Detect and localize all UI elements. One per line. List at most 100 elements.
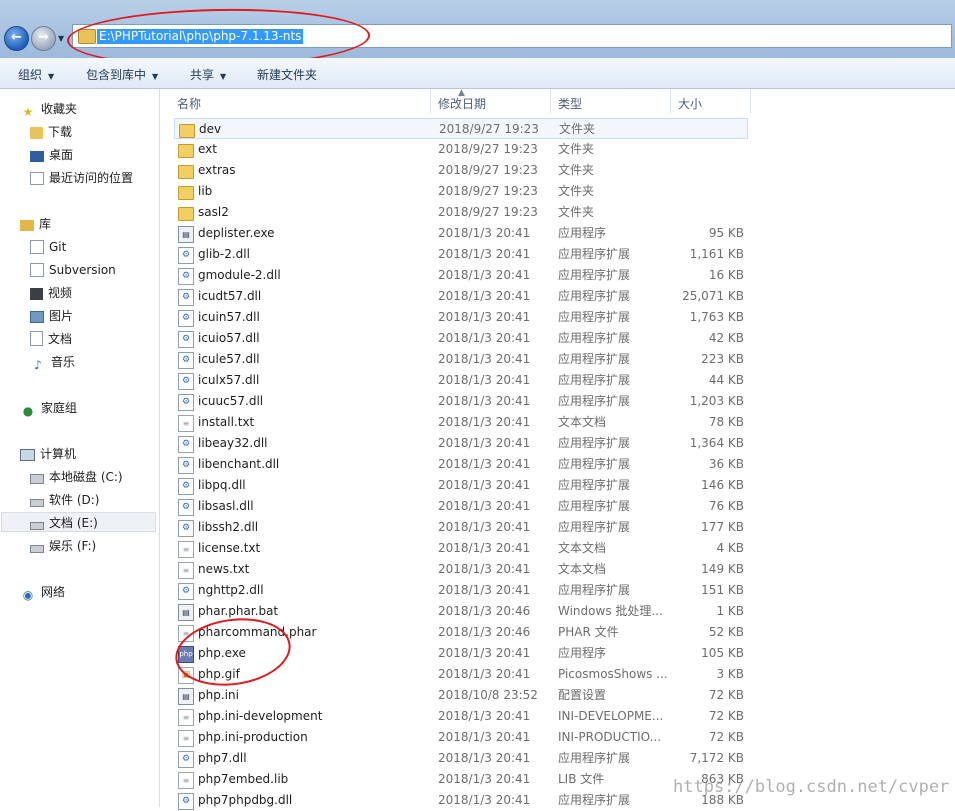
file-type: 应用程序扩展 (558, 331, 631, 345)
nav-label: 本地磁盘 (C:) (49, 470, 123, 484)
file-row[interactable]: ⚙ glib-2.dll 2018/1/3 20:41 应用程序扩展 1,161 KB (174, 244, 748, 265)
file-size: 42 KB (708, 331, 744, 345)
file-modified: 2018/1/3 20:41 (438, 226, 531, 240)
nav-favorites[interactable]: ★ 收藏夹 (20, 99, 77, 119)
dll-file-icon: ⚙ (178, 247, 194, 264)
file-row[interactable]: ⚙ libsasl.dll 2018/1/3 20:41 应用程序扩展 76 KB (174, 496, 748, 517)
forward-button[interactable]: → (31, 26, 56, 51)
nav-desktop[interactable]: 桌面 (30, 145, 73, 165)
chevron-down-icon: ▼ (152, 72, 159, 81)
column-type-header[interactable]: 类型 (558, 95, 582, 112)
file-row[interactable]: extras 2018/9/27 19:23 文件夹 (174, 160, 748, 181)
column-size-header[interactable]: 大小 (678, 95, 702, 112)
nav-computer[interactable]: 计算机 (20, 444, 76, 464)
file-row[interactable]: sasl2 2018/9/27 19:23 文件夹 (174, 202, 748, 223)
back-button[interactable]: ← (4, 26, 29, 51)
file-row[interactable]: ⚙ libpq.dll 2018/1/3 20:41 应用程序扩展 146 KB (174, 475, 748, 496)
file-row[interactable]: ≡ news.txt 2018/1/3 20:41 文本文档 149 KB (174, 559, 748, 580)
recent-pages-dropdown-icon[interactable]: ▼ (58, 34, 64, 43)
nav-network[interactable]: ◉ 网络 (20, 582, 65, 602)
file-modified: 2018/10/8 23:52 (438, 688, 538, 702)
nav-music[interactable]: ♪ 音乐 (30, 352, 75, 372)
file-row[interactable]: ⚙ nghttp2.dll 2018/1/3 20:41 应用程序扩展 151 KB (174, 580, 748, 601)
nav-drive-f[interactable]: 娱乐 (F:) (30, 536, 96, 556)
file-name: icudt57.dll (198, 289, 262, 303)
nav-drive-c[interactable]: 本地磁盘 (C:) (30, 467, 123, 487)
file-row[interactable]: ⚙ icuin57.dll 2018/1/3 20:41 应用程序扩展 1,763 KB (174, 307, 748, 328)
file-size: 25,071 KB (682, 289, 744, 303)
dll-file-icon: ⚙ (178, 373, 194, 390)
nav-libraries[interactable]: 库 (20, 214, 51, 234)
file-row[interactable]: dev 2018/9/27 19:23 文件夹 (174, 118, 748, 139)
file-modified: 2018/1/3 20:41 (438, 793, 531, 807)
nav-drive-d[interactable]: 软件 (D:) (30, 490, 99, 510)
video-icon (30, 288, 43, 300)
nav-label: 文档 (E:) (49, 516, 98, 530)
file-type: 应用程序扩展 (558, 373, 631, 387)
file-row[interactable]: ⚙ gmodule-2.dll 2018/1/3 20:41 应用程序扩展 16 KB (174, 265, 748, 286)
nav-subversion[interactable]: Subversion (30, 260, 116, 280)
column-divider[interactable] (430, 89, 431, 113)
file-row[interactable]: ⚙ php7.dll 2018/1/3 20:41 应用程序扩展 7,172 KB (174, 748, 748, 769)
file-modified: 2018/1/3 20:41 (438, 268, 531, 282)
share-button[interactable]: 共享 ▼ (190, 66, 226, 83)
file-row[interactable]: lib 2018/9/27 19:23 文件夹 (174, 181, 748, 202)
file-row[interactable]: ≡ install.txt 2018/1/3 20:41 文本文档 78 KB (174, 412, 748, 433)
nav-recent[interactable]: 最近访问的位置 (30, 168, 133, 188)
file-size: 72 KB (708, 688, 744, 702)
nav-videos[interactable]: 视频 (30, 283, 72, 303)
file-row[interactable]: ≡ php7embed.lib 2018/1/3 20:41 LIB 文件 863 KB (174, 769, 748, 790)
file-modified: 2018/1/3 20:41 (438, 646, 531, 660)
file-row[interactable]: ⚙ icuuc57.dll 2018/1/3 20:41 应用程序扩展 1,203 KB (174, 391, 748, 412)
file-row[interactable]: ext 2018/9/27 19:23 文件夹 (174, 139, 748, 160)
file-row[interactable]: ⚙ iculx57.dll 2018/1/3 20:41 应用程序扩展 44 KB (174, 370, 748, 391)
nav-git[interactable]: Git (30, 237, 66, 257)
file-row[interactable]: ≡ php.ini-production 2018/1/3 20:41 INI-PRO… (174, 727, 748, 748)
file-row[interactable]: ▤ phar.phar.bat 2018/1/3 20:46 Windows 批处理.… (174, 601, 748, 622)
nav-documents[interactable]: 文档 (30, 329, 72, 349)
file-row[interactable]: ⚙ libenchant.dll 2018/1/3 20:41 应用程序扩展 36 KB (174, 454, 748, 475)
file-row[interactable]: ≡ php.ini-development 2018/1/3 20:41 INI-DE… (174, 706, 748, 727)
file-row[interactable]: ≡ license.txt 2018/1/3 20:41 文本文档 4 KB (174, 538, 748, 559)
file-modified: 2018/1/3 20:46 (438, 604, 531, 618)
column-name-header[interactable]: 名称 (177, 95, 201, 112)
file-row[interactable]: ⚙ libssh2.dll 2018/1/3 20:41 应用程序扩展 177 KB (174, 517, 748, 538)
column-modified-header[interactable]: 修改日期 (438, 95, 486, 112)
watermark: https://blog.csdn.net/cvper (673, 777, 950, 797)
recent-places-icon (30, 172, 44, 185)
file-size: 52 KB (708, 625, 744, 639)
network-icon: ◉ (22, 588, 34, 602)
file-type: 文本文档 (558, 541, 607, 555)
file-row[interactable]: ⚙ icule57.dll 2018/1/3 20:41 应用程序扩展 223 KB (174, 349, 748, 370)
file-row[interactable]: ⚙ php7phpdbg.dll 2018/1/3 20:41 应用程序扩展 188 K… (174, 790, 748, 811)
file-type: 应用程序扩展 (558, 793, 631, 807)
file-size: 36 KB (708, 457, 744, 471)
file-modified: 2018/1/3 20:41 (438, 772, 531, 786)
file-row[interactable]: ⚙ libeay32.dll 2018/1/3 20:41 应用程序扩展 1,364 K… (174, 433, 748, 454)
file-type: PicosmosShows ... (558, 667, 668, 681)
file-name: icuio57.dll (198, 331, 260, 345)
organize-button[interactable]: 组织 ▼ (18, 66, 54, 83)
file-row[interactable]: ▤ deplister.exe 2018/1/3 20:41 应用程序 95 KB (174, 223, 748, 244)
column-divider[interactable] (550, 89, 551, 113)
nav-downloads[interactable]: 下载 (30, 122, 72, 142)
file-row[interactable]: ▤ php.ini 2018/10/8 23:52 配置设置 72 KB (174, 685, 748, 706)
column-divider[interactable] (670, 89, 671, 113)
file-row[interactable]: ⚙ icudt57.dll 2018/1/3 20:41 应用程序扩展 25,071 K… (174, 286, 748, 307)
file-size: 149 KB (701, 562, 744, 576)
nav-homegroup[interactable]: ● 家庭组 (20, 398, 77, 418)
text-file-icon: ≡ (178, 730, 194, 747)
text-file-icon: ≡ (178, 772, 194, 789)
file-row[interactable]: ⚙ icuio57.dll 2018/1/3 20:41 应用程序扩展 42 KB (174, 328, 748, 349)
file-size: 3 KB (716, 667, 744, 681)
new-folder-button[interactable]: 新建文件夹 (257, 66, 317, 83)
file-size: 177 KB (701, 520, 744, 534)
file-modified: 2018/9/27 19:23 (439, 122, 539, 136)
column-divider[interactable] (750, 89, 751, 113)
file-list: dev 2018/9/27 19:23 文件夹 ext 2018/9/27 19:23 文… (160, 118, 955, 810)
dll-file-icon: ⚙ (178, 793, 194, 810)
nav-drive-e[interactable]: 文档 (E:) (1, 512, 156, 532)
file-name: iculx57.dll (198, 373, 260, 387)
include-in-library-button[interactable]: 包含到库中 ▼ (86, 66, 158, 83)
nav-pictures[interactable]: 图片 (30, 306, 73, 326)
